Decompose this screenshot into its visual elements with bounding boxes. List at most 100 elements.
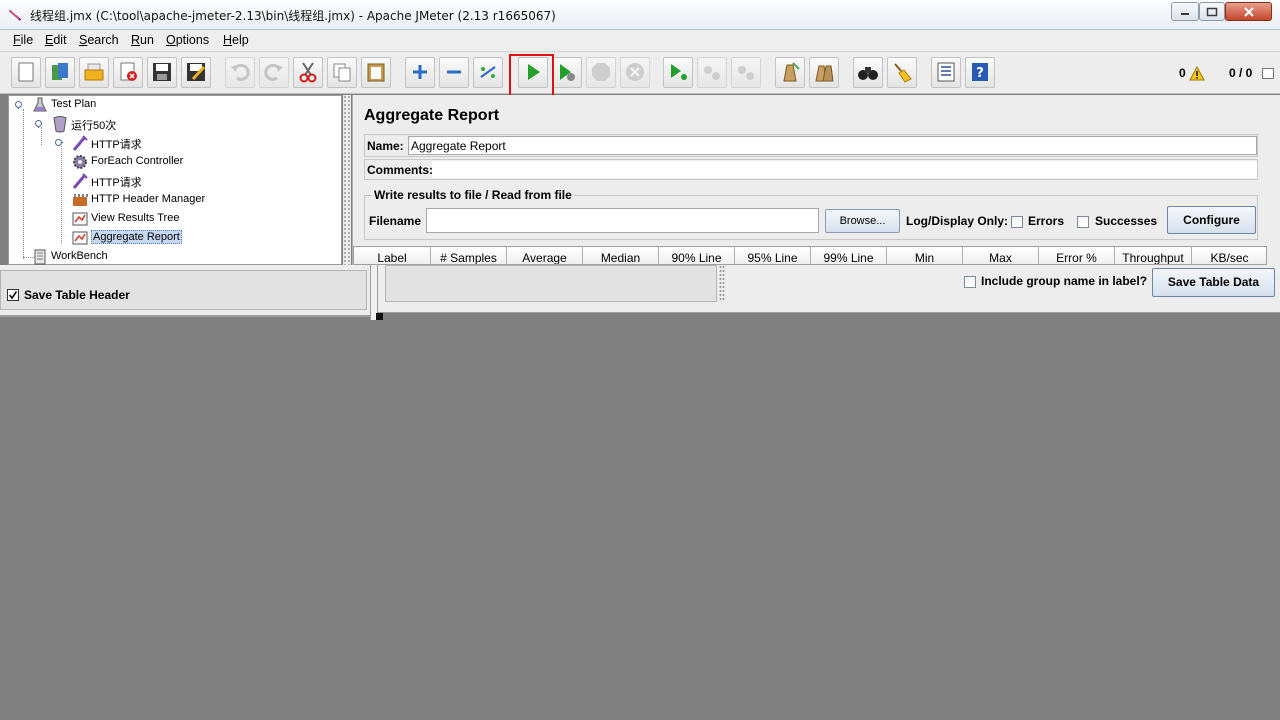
copy-icon — [333, 63, 351, 82]
broom-icon — [894, 63, 912, 83]
write-results-title: Write results to file / Read from file — [372, 188, 574, 202]
save-table-header-checkbox[interactable] — [7, 289, 19, 301]
toggle-icon — [480, 66, 496, 78]
save-icon — [153, 63, 171, 81]
clear-all-button[interactable] — [809, 57, 839, 88]
column-95-line[interactable]: 95% Line — [735, 247, 811, 264]
reset-search-button[interactable] — [887, 57, 917, 88]
column-label[interactable]: Label — [354, 247, 431, 264]
start-no-pauses-button[interactable] — [552, 57, 582, 88]
maximize-button[interactable] — [1199, 2, 1225, 21]
paste-button[interactable] — [361, 57, 391, 88]
menu-edit[interactable]: Edit — [45, 33, 67, 47]
errors-label: Errors — [1028, 214, 1065, 228]
expand-all-button[interactable] — [405, 57, 435, 88]
toggle-button[interactable] — [473, 57, 503, 88]
bottom-right-panel: Include group name in label? Save Table … — [378, 265, 1280, 313]
minimize-button[interactable] — [1171, 2, 1199, 21]
function-helper-button[interactable] — [931, 57, 961, 88]
name-label: Name: — [367, 139, 404, 153]
include-group-name-checkbox[interactable] — [964, 276, 976, 288]
column-average[interactable]: Average — [507, 247, 583, 264]
collapse-all-button[interactable] — [439, 57, 469, 88]
thread-indicator-box — [1262, 68, 1274, 79]
templates-button[interactable] — [45, 57, 75, 88]
filename-label: Filename — [369, 214, 422, 228]
name-input[interactable] — [408, 136, 1257, 155]
help-button[interactable]: ? — [965, 57, 995, 88]
new-icon — [18, 62, 34, 82]
cut-button[interactable] — [293, 57, 323, 88]
save-as-icon — [187, 63, 206, 81]
save-table-header-label: Save Table Header — [24, 288, 130, 302]
test-plan-icon — [33, 97, 47, 112]
results-table-header: Label # Samples Average Median 90% Line … — [353, 246, 1267, 265]
menu-file[interactable]: File — [13, 33, 33, 47]
save-table-data-button[interactable]: Save Table Data — [1152, 268, 1275, 297]
tree-toggle-test-plan[interactable] — [14, 100, 23, 109]
bottom-divider — [370, 265, 378, 320]
comments-input[interactable] — [432, 161, 1257, 178]
redo-icon — [264, 63, 283, 81]
warning-icon[interactable] — [1189, 66, 1205, 81]
close-window-button[interactable] — [1225, 2, 1272, 21]
open-button[interactable] — [79, 57, 109, 88]
save-button[interactable] — [147, 57, 177, 88]
close-icon — [120, 62, 137, 81]
column-samples[interactable]: # Samples — [431, 247, 507, 264]
close-button[interactable] — [113, 57, 143, 88]
column-kb-sec[interactable]: KB/sec — [1192, 247, 1266, 264]
expand-icon — [413, 65, 427, 79]
undo-icon — [231, 63, 250, 81]
tree-toggle-http-request[interactable] — [54, 138, 63, 147]
save-as-button[interactable] — [181, 57, 211, 88]
write-results-group: Write results to file / Read from file F… — [364, 188, 1258, 240]
menu-search[interactable]: Search — [79, 33, 119, 47]
column-min[interactable]: Min — [887, 247, 963, 264]
column-90-line[interactable]: 90% Line — [659, 247, 735, 264]
new-button[interactable] — [11, 57, 41, 88]
include-group-name-label: Include group name in label? — [981, 274, 1148, 288]
remote-stop-button[interactable] — [697, 57, 727, 88]
clear-icon — [783, 62, 800, 82]
browse-button[interactable]: Browse... — [825, 209, 900, 233]
filename-input[interactable] — [426, 208, 819, 233]
successes-label: Successes — [1095, 214, 1158, 228]
successes-checkbox[interactable] — [1077, 216, 1089, 228]
window-title: 线程组.jmx (C:\tool\apache-jmeter-2.13\bin\… — [30, 9, 556, 23]
column-error-percent[interactable]: Error % — [1039, 247, 1115, 264]
column-throughput[interactable]: Throughput — [1115, 247, 1192, 264]
undo-button[interactable] — [225, 57, 255, 88]
minimize-icon — [1181, 12, 1189, 15]
shutdown-button[interactable] — [620, 57, 650, 88]
errors-checkbox[interactable] — [1011, 216, 1023, 228]
menu-options[interactable]: Options — [166, 33, 209, 47]
copy-button[interactable] — [327, 57, 357, 88]
column-max[interactable]: Max — [963, 247, 1039, 264]
help-icon: ? — [972, 63, 988, 81]
collapse-icon — [447, 70, 461, 74]
tree-toggle-thread-group[interactable] — [34, 119, 43, 128]
remote-start-button[interactable] — [663, 57, 693, 88]
column-median[interactable]: Median — [583, 247, 659, 264]
listener-icon — [72, 231, 88, 245]
log-display-only-label: Log/Display Only: — [906, 214, 1009, 228]
panel-splitter[interactable] — [343, 95, 351, 265]
bottom-empty-box — [385, 265, 717, 302]
http-sampler-icon — [72, 135, 88, 151]
redo-button[interactable] — [259, 57, 289, 88]
column-99-line[interactable]: 99% Line — [811, 247, 887, 264]
stop-button[interactable] — [586, 57, 616, 88]
menu-run[interactable]: Run — [131, 33, 154, 47]
checkmark-icon — [8, 291, 18, 300]
clear-button[interactable] — [775, 57, 805, 88]
open-icon — [84, 63, 104, 81]
comments-row: Comments: — [364, 159, 1258, 180]
comments-label: Comments: — [367, 163, 434, 177]
stop-icon — [592, 63, 610, 81]
remote-shutdown-button[interactable] — [731, 57, 761, 88]
configure-button[interactable]: Configure — [1167, 206, 1256, 234]
search-button[interactable] — [853, 57, 883, 88]
bottom-splitter[interactable] — [719, 265, 725, 302]
menu-help[interactable]: Help — [223, 33, 249, 47]
